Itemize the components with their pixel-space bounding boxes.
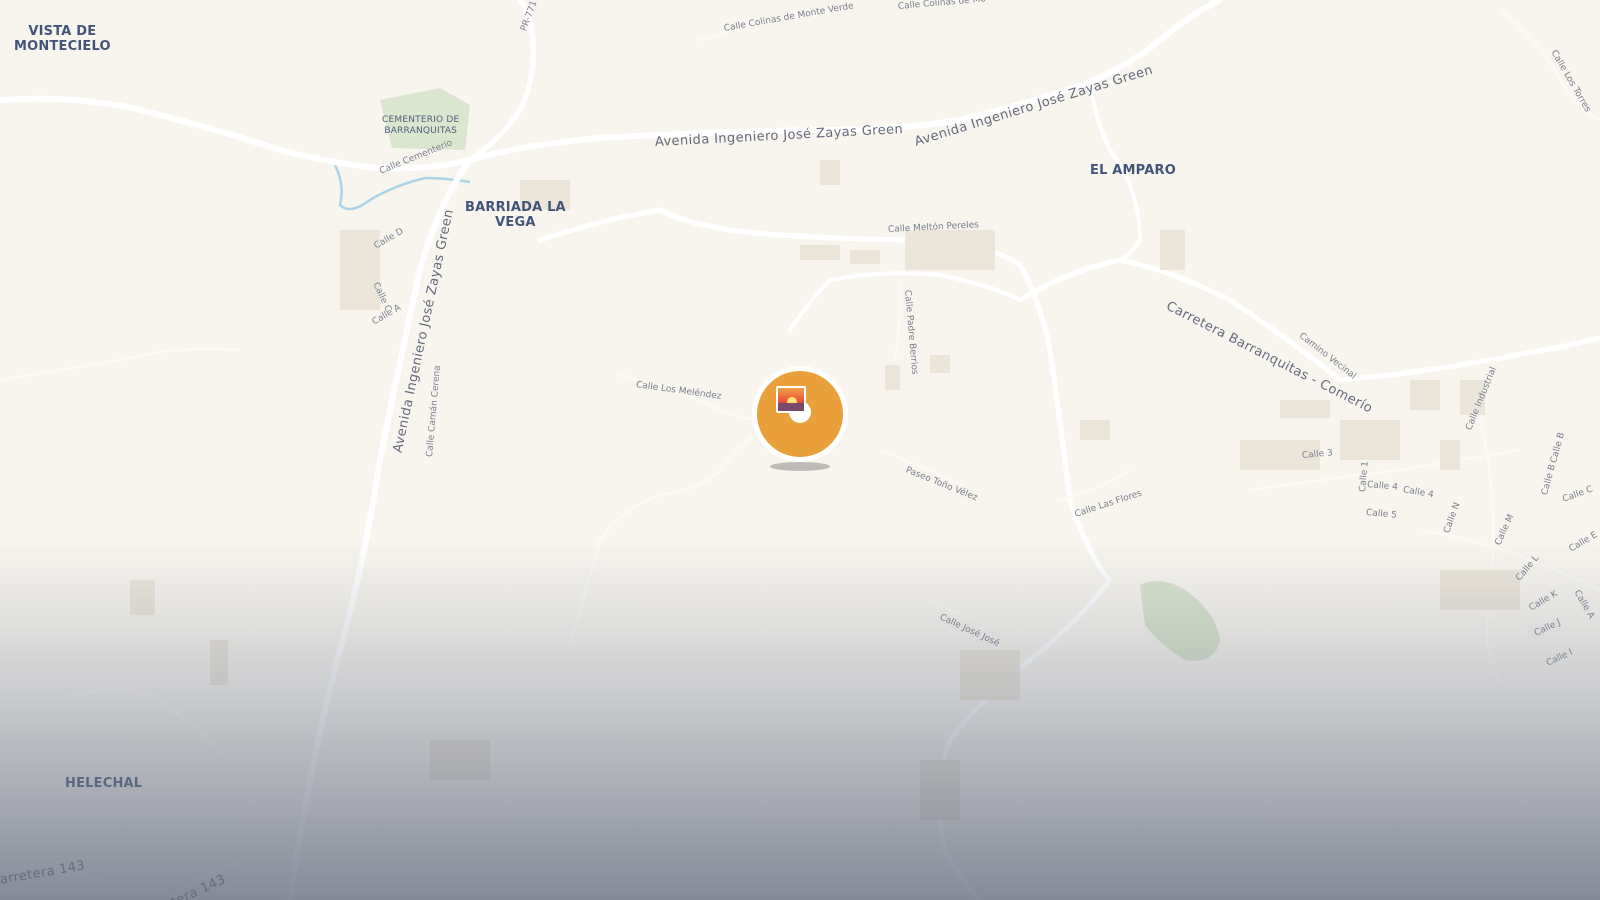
map-canvas[interactable]: VISTA DE MONTECIELO CEMENTERIO DE BARRAN… (0, 0, 1600, 900)
location-marker[interactable] (752, 366, 848, 471)
place-label-vista-de-montecielo: VISTA DE MONTECIELO (14, 24, 111, 54)
photo-sunset-icon (776, 386, 806, 413)
park-southeast (1140, 581, 1220, 661)
place-label-cementerio: CEMENTERIO DE BARRANQUITAS (382, 115, 460, 136)
place-label-helechal: HELECHAL (65, 776, 143, 791)
place-label-barriada-la-vega: BARRIADA LA VEGA (465, 200, 566, 230)
marker-shadow (770, 462, 830, 471)
place-label-el-amparo: EL AMPARO (1090, 163, 1176, 178)
marker-circle (757, 371, 843, 457)
